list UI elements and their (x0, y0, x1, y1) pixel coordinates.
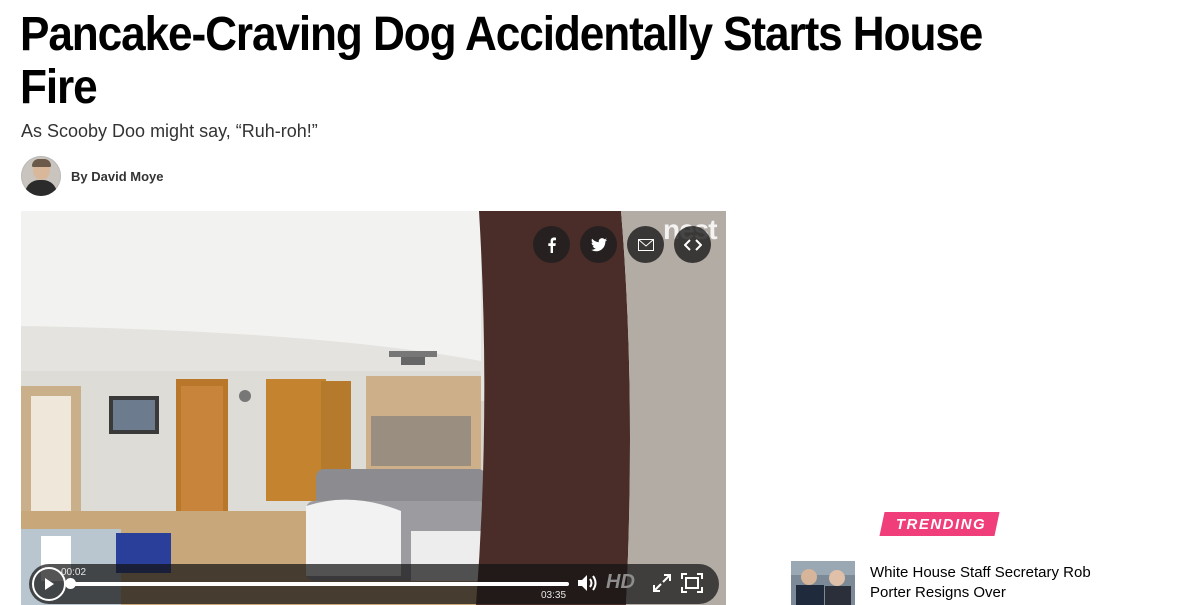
author-avatar[interactable] (21, 156, 61, 196)
video-controls: 00:02 03:35 HD (29, 564, 719, 604)
byline: By David Moye (21, 156, 163, 196)
author-name[interactable]: By David Moye (71, 169, 163, 184)
article-headline: Pancake-Craving Dog Accidentally Starts … (20, 8, 983, 114)
trending-label: TRENDING (895, 516, 987, 533)
hd-quality-toggle[interactable]: HD (606, 571, 635, 594)
video-frame (21, 211, 726, 605)
fullscreen-icon[interactable] (681, 573, 703, 593)
progress-scrubber[interactable] (65, 578, 76, 589)
video-player[interactable] (21, 211, 726, 605)
facebook-share-button[interactable] (533, 226, 570, 263)
popout-icon[interactable] (652, 573, 672, 593)
trending-thumbnail-image (791, 561, 855, 605)
current-time: 00:02 (61, 567, 87, 578)
duration: 03:35 (541, 590, 567, 601)
progress-bar[interactable] (69, 582, 569, 586)
trending-item-thumbnail[interactable] (791, 561, 855, 605)
email-share-button[interactable] (627, 226, 664, 263)
embed-icon (683, 238, 702, 251)
article-subhead: As Scooby Doo might say, “Ruh-roh!” (21, 121, 318, 141)
trending-item-title[interactable]: White House Staff Secretary Rob Porter R… (870, 563, 1100, 603)
play-icon (45, 578, 54, 590)
embed-button[interactable] (674, 226, 711, 263)
twitter-icon (590, 237, 607, 251)
twitter-share-button[interactable] (580, 226, 617, 263)
email-icon (637, 238, 654, 251)
facebook-icon (547, 237, 556, 253)
volume-icon[interactable] (577, 573, 599, 593)
